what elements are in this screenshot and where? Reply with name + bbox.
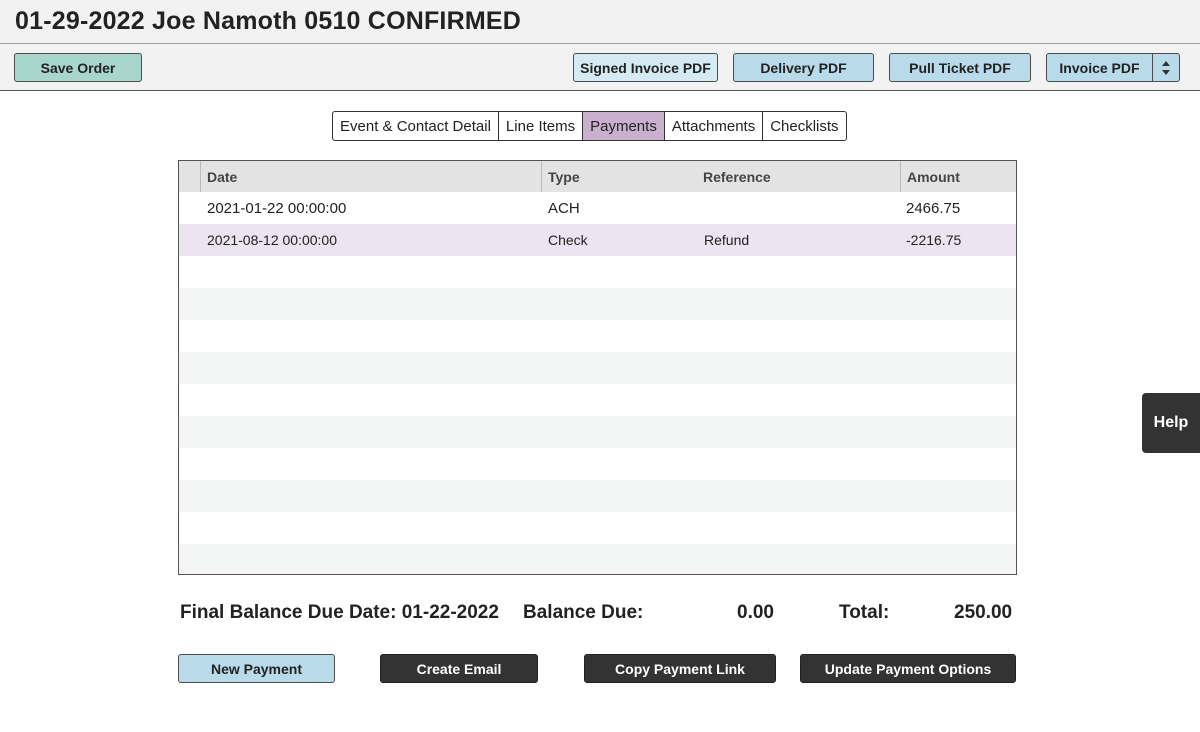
payment-type: Check [548,232,588,248]
save-order-button[interactable]: Save Order [14,53,142,82]
invoice-pdf-select[interactable]: Invoice PDF [1046,53,1180,82]
column-header-amount[interactable]: Amount [900,161,1016,192]
toolbar: Save Order Signed Invoice PDF Delivery P… [0,44,1200,91]
empty-row [179,320,1016,352]
empty-row [179,352,1016,384]
table-row[interactable]: 2021-08-12 00:00:00 Check Refund -2216.7… [179,224,1016,256]
page-title: 01-29-2022 Joe Namoth 0510 CONFIRMED [15,7,521,35]
new-payment-button[interactable]: New Payment [178,654,335,683]
title-bar: 01-29-2022 Joe Namoth 0510 CONFIRMED [0,0,1200,44]
payments-table: Date Type Reference Amount 2021-01-22 00… [178,160,1017,575]
empty-row [179,288,1016,320]
signed-invoice-pdf-button[interactable]: Signed Invoice PDF [573,53,718,82]
tab-line-items[interactable]: Line Items [499,112,584,140]
help-button[interactable]: Help [1142,393,1200,453]
column-header-type[interactable]: Type [541,161,697,192]
updown-chevron-icon[interactable] [1153,54,1179,81]
column-header-date[interactable]: Date [200,161,540,192]
empty-row [179,256,1016,288]
empty-row [179,384,1016,416]
payment-date: 2021-08-12 00:00:00 [207,232,337,248]
payment-amount: 2466.75 [906,199,961,217]
empty-row [179,448,1016,480]
empty-row [179,480,1016,512]
balance-due-label: Balance Due: [523,602,644,623]
create-email-button[interactable]: Create Email [380,654,538,683]
tab-event-contact-detail[interactable]: Event & Contact Detail [333,112,499,140]
delivery-pdf-button[interactable]: Delivery PDF [733,53,874,82]
column-header-reference[interactable]: Reference [697,161,900,192]
payment-reference: Refund [704,232,750,248]
total-label: Total: [839,602,890,623]
tab-checklists[interactable]: Checklists [763,112,845,140]
empty-row [179,544,1016,574]
pull-ticket-pdf-button[interactable]: Pull Ticket PDF [889,53,1031,82]
balance-due-value: 0.00 [737,602,774,623]
total-value: 250.00 [954,602,1013,623]
invoice-pdf-button[interactable]: Invoice PDF [1047,54,1153,81]
final-balance-due-date: Final Balance Due Date: 01-22-2022 [180,602,499,623]
copy-payment-link-button[interactable]: Copy Payment Link [584,654,776,683]
empty-row [179,416,1016,448]
tab-payments[interactable]: Payments [583,112,665,140]
row-selector-header [179,161,200,192]
table-row[interactable]: 2021-01-22 00:00:00 ACH 2466.75 [179,192,1016,224]
update-payment-options-button[interactable]: Update Payment Options [800,654,1016,683]
payment-type: ACH [548,199,580,217]
table-header: Date Type Reference Amount [179,161,1016,192]
empty-row [179,512,1016,544]
payment-date: 2021-01-22 00:00:00 [207,199,347,217]
payment-amount: -2216.75 [906,232,962,248]
tab-attachments[interactable]: Attachments [665,112,764,140]
tab-bar: Event & Contact Detail Line Items Paymen… [332,111,847,141]
